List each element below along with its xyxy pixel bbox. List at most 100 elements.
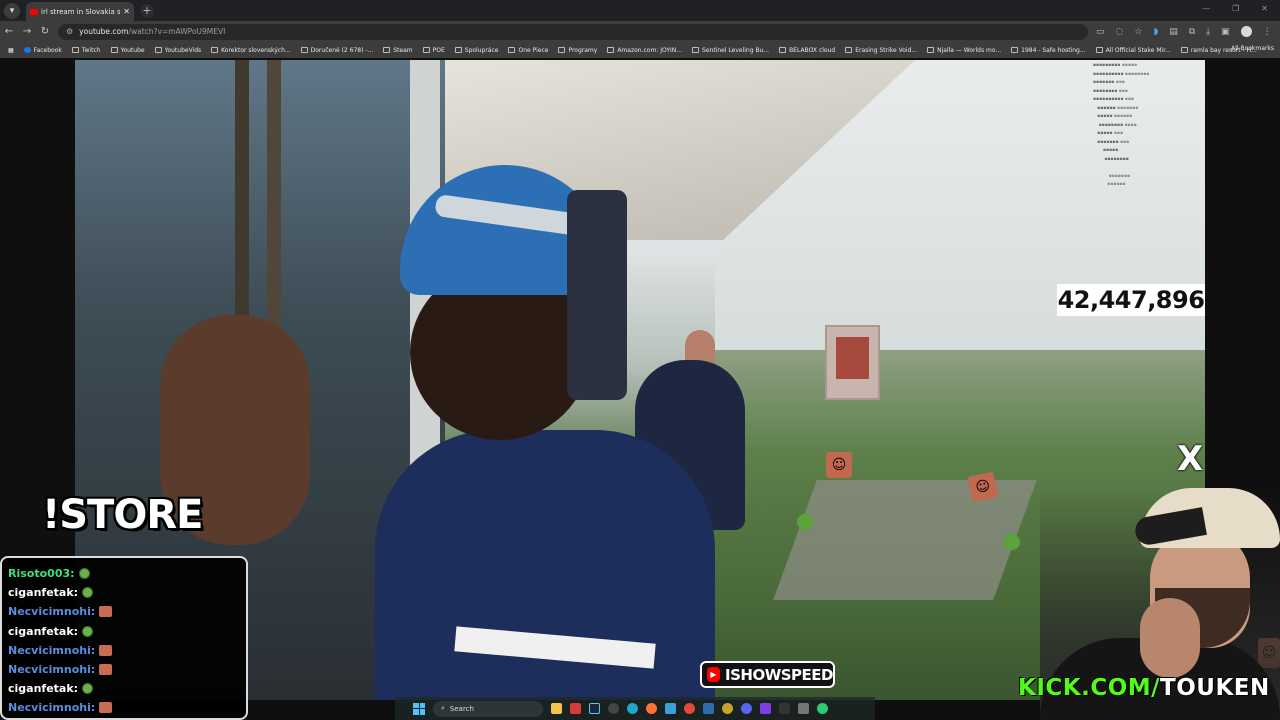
- tab-active[interactable]: irl stream in Slovakia sk - Y ✕: [26, 2, 134, 21]
- page-icon: [1095, 47, 1103, 53]
- face-emote-icon: [99, 664, 113, 676]
- tab-search-icon[interactable]: ▾: [4, 2, 20, 19]
- eye-off-icon[interactable]: ◌: [1116, 27, 1124, 37]
- app-yellow-icon[interactable]: [722, 703, 733, 714]
- face-emote-icon: [99, 702, 113, 714]
- chat-message: ciganfetak:: [8, 622, 240, 641]
- navigation-bar: ← → ↻ ⚙ youtube.com/watch?v=mAWPoU9MEVI …: [0, 21, 1280, 42]
- bookmark-item[interactable]: All Official Stake Mir...: [1095, 47, 1171, 54]
- app-red-icon[interactable]: [570, 703, 581, 714]
- bookmark-item[interactable]: Korektor slovenských...: [211, 47, 291, 54]
- faded-chat-line: ▪▪▪▪▪▪▪▪: [1104, 156, 1129, 162]
- toolbar-icons: ▭ ◌ ☆ ◗ ▤ ⧉ ⤓ ▣ ⋮: [1096, 26, 1272, 37]
- green-emote-icon: [78, 568, 90, 580]
- cast-icon[interactable]: ▭: [1096, 27, 1105, 37]
- chat-message: Necvicimnohi:: [8, 641, 240, 660]
- tab-close-icon[interactable]: ✕: [123, 7, 130, 16]
- amazon-icon: [607, 47, 615, 53]
- app-purple-icon[interactable]: [760, 703, 771, 714]
- view-counter: 42,447,896: [1057, 284, 1205, 316]
- green-emote-icon: [797, 514, 813, 530]
- reload-icon[interactable]: ↻: [36, 26, 54, 37]
- folder-icon: [422, 47, 430, 53]
- app-green-icon[interactable]: [817, 703, 828, 714]
- folder-icon: [154, 47, 162, 53]
- minimize-icon[interactable]: —: [1202, 4, 1210, 13]
- folder-icon: [508, 47, 516, 53]
- tower-poster: [836, 337, 869, 379]
- app-blue-icon[interactable]: [703, 703, 714, 714]
- forward-icon[interactable]: →: [18, 26, 36, 37]
- store-overlay-text: !STORE: [42, 492, 203, 538]
- video-rope: [235, 60, 249, 350]
- chat-message: Necvicimnohi:: [8, 660, 240, 679]
- sidebar-icon[interactable]: ▤: [1169, 27, 1178, 37]
- taskbar: ⌕ Search: [395, 697, 875, 720]
- bookmark-item[interactable]: Erasing Strike Void...: [845, 47, 917, 54]
- kick-name: TOUKEN: [1160, 675, 1270, 701]
- profile-avatar[interactable]: [1240, 26, 1252, 37]
- green-emote-icon: [1004, 534, 1020, 550]
- bookmark-item[interactable]: BELABOX cloud: [779, 47, 835, 54]
- close-window-icon[interactable]: ✕: [1261, 4, 1268, 13]
- folder-icon: [454, 47, 462, 53]
- new-tab-button[interactable]: +: [140, 3, 154, 18]
- app-gray-icon[interactable]: [798, 703, 809, 714]
- back-icon[interactable]: ←: [0, 26, 18, 37]
- address-bar[interactable]: ⚙ youtube.com/watch?v=mAWPoU9MEVI: [58, 23, 1088, 40]
- faded-chat-line: ▪▪▪▪▪: [1103, 148, 1119, 153]
- bookmark-item[interactable]: One Piece: [508, 47, 548, 54]
- bookmark-item[interactable]: Spolupráce: [454, 47, 498, 54]
- faded-chat-line: ▪▪▪▪▪ ▪▪▪▪▪▪: [1097, 114, 1133, 119]
- notepad-icon[interactable]: [665, 703, 676, 714]
- edge-icon[interactable]: [627, 703, 638, 714]
- obs-icon[interactable]: [608, 703, 619, 714]
- faded-chat-line: ▪▪▪▪▪▪▪ ▪▪▪: [1093, 80, 1125, 85]
- discord-icon[interactable]: [741, 703, 752, 714]
- faded-chat-line: ▪▪▪▪▪▪▪: [1093, 173, 1131, 179]
- bookmark-item[interactable]: Amazon.com: JOYIN...: [607, 47, 682, 54]
- faded-chat-line: ▪▪▪▪▪▪▪ ▪▪▪: [1097, 139, 1130, 145]
- star-icon[interactable]: ☆: [1134, 27, 1142, 37]
- youtube-play-icon: ▶: [707, 667, 721, 682]
- all-bookmarks-button[interactable]: All Bookmarks: [1231, 45, 1274, 52]
- steam-icon[interactable]: [589, 703, 600, 714]
- bookmark-item[interactable]: Doručené (2 678) -...: [300, 47, 373, 54]
- page-icon: [927, 47, 935, 53]
- bookmark-item[interactable]: Youtube: [110, 47, 145, 54]
- bookmark-item[interactable]: Programy: [558, 47, 597, 54]
- file-explorer-icon[interactable]: [551, 703, 562, 714]
- twitch-icon: [71, 47, 79, 53]
- folder-icon: [558, 47, 566, 53]
- bookmark-item[interactable]: Facebook: [23, 47, 62, 54]
- chat-username: Necvicimnohi:: [8, 701, 96, 715]
- bookmark-item[interactable]: Njalla — Worlds mo...: [927, 47, 1001, 54]
- download-icon[interactable]: ⤓: [1206, 27, 1210, 37]
- chrome-icon[interactable]: [684, 703, 695, 714]
- bookmark-item[interactable]: YoutubeVids: [154, 47, 201, 54]
- extensions-icon[interactable]: ⧉: [1189, 27, 1195, 37]
- chat-message: Necvicimnohi:: [8, 602, 240, 621]
- x-logo-icon: X: [1173, 442, 1207, 476]
- windows-start-icon[interactable]: [413, 702, 425, 715]
- green-emote-icon: [82, 683, 94, 695]
- bookmark-item[interactable]: POE: [422, 47, 445, 54]
- app-dark-icon[interactable]: [779, 703, 790, 714]
- bookmark-item[interactable]: 1984 - Safe hosting...: [1011, 47, 1086, 54]
- bookmark-item[interactable]: Steam: [383, 47, 413, 54]
- site-info-icon[interactable]: ⚙: [66, 27, 73, 36]
- green-emote-icon: [82, 625, 94, 637]
- kick-prefix: KICK.COM/: [1018, 675, 1161, 701]
- apps-grid-icon[interactable]: ▦: [8, 47, 14, 54]
- bookmark-item[interactable]: Twitch: [71, 47, 101, 54]
- menu-icon[interactable]: ⋮: [1263, 27, 1272, 37]
- x-logo-text: X: [1176, 439, 1204, 479]
- webcam-hand: [1140, 598, 1200, 678]
- bookmark-item[interactable]: Sentinel Leveling Bu...: [692, 47, 769, 54]
- taskbar-search[interactable]: ⌕ Search: [433, 700, 543, 717]
- extension-blue-icon[interactable]: ◗: [1153, 27, 1158, 37]
- maximize-icon[interactable]: ❐: [1232, 4, 1239, 13]
- media-icon[interactable]: ▣: [1221, 27, 1230, 37]
- firefox-icon[interactable]: [646, 703, 657, 714]
- page-icon: [845, 47, 853, 53]
